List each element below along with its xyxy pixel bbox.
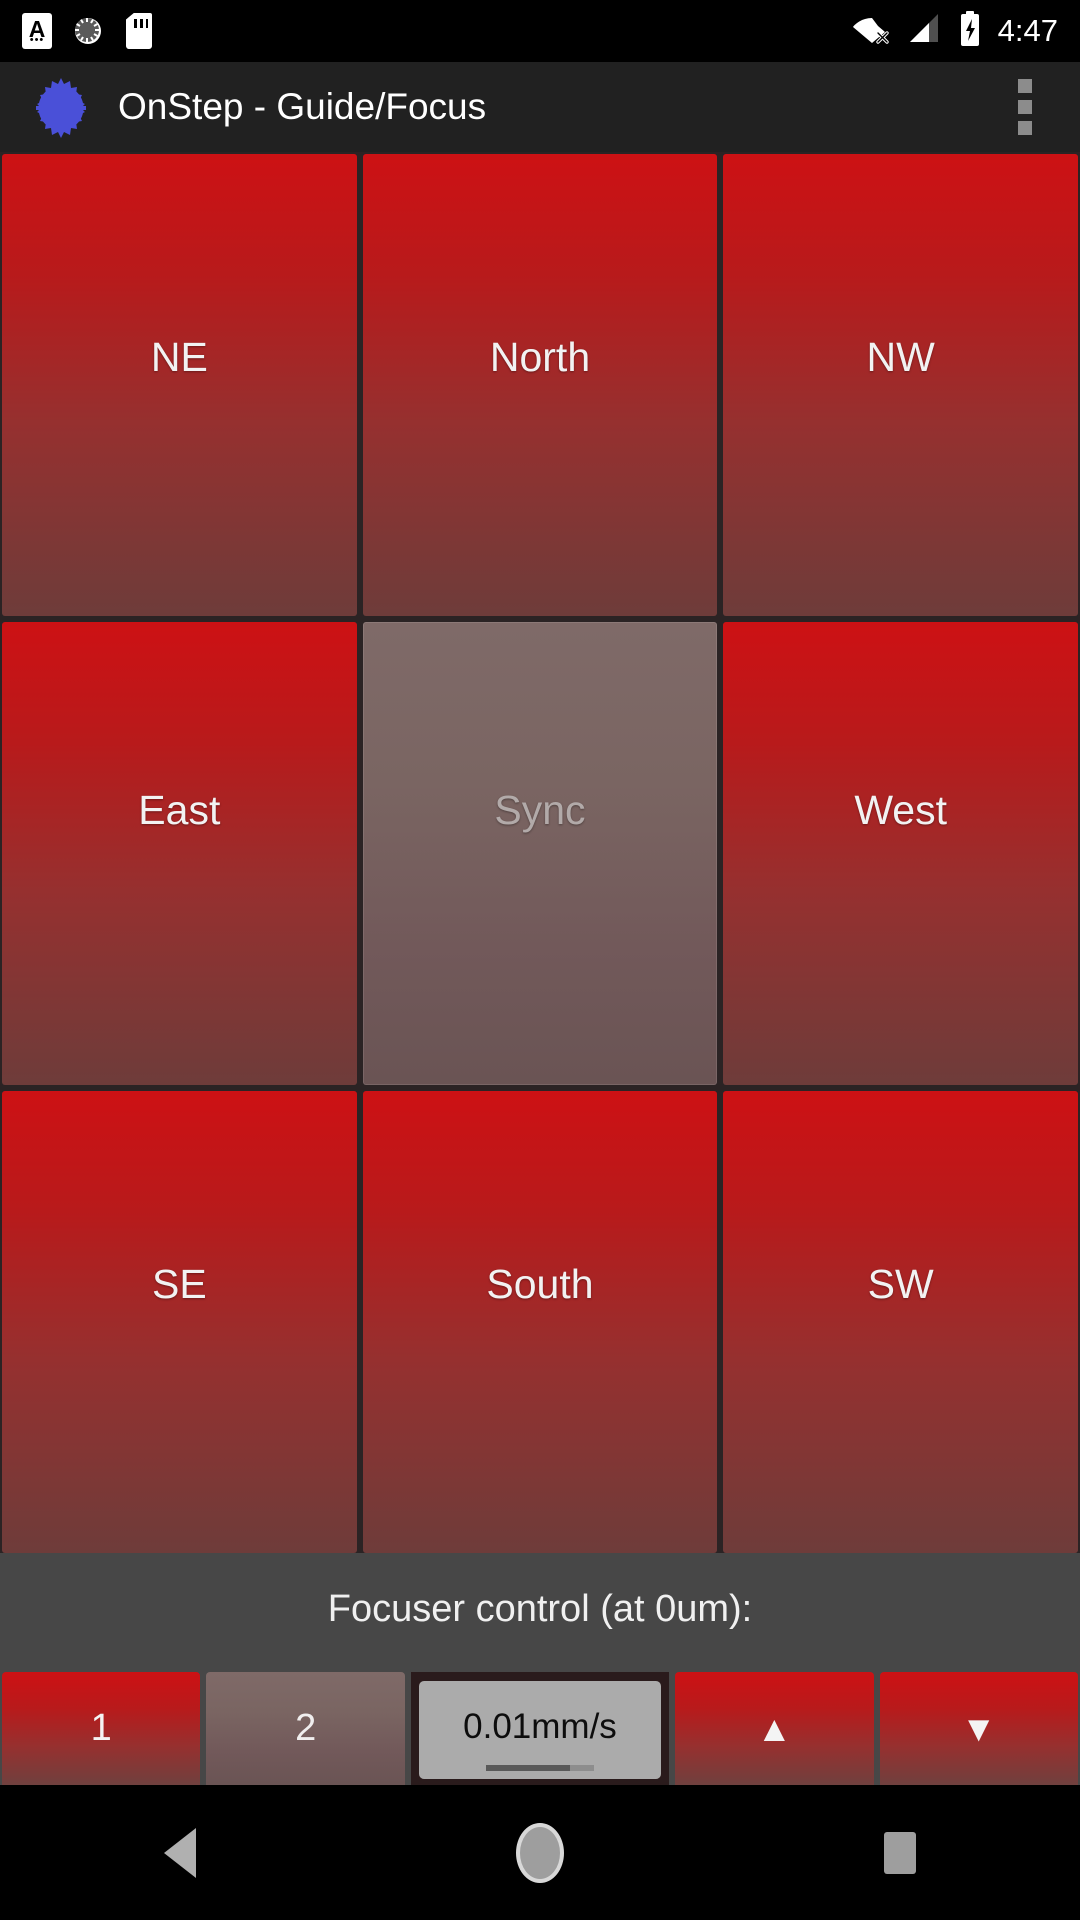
nav-recents-button[interactable]	[840, 1785, 960, 1920]
page-title: OnStep - Guide/Focus	[118, 86, 487, 127]
focuser-select-1-label: 1	[90, 1707, 112, 1749]
direction-button-label: SE	[151, 1260, 207, 1307]
recents-square-icon	[884, 1831, 916, 1874]
battery-charging-icon	[958, 10, 982, 52]
direction-button-sw[interactable]: SW	[723, 1090, 1078, 1553]
direction-button-north[interactable]: North	[362, 154, 718, 617]
direction-button-nw[interactable]: NW	[723, 154, 1078, 617]
direction-button-label: NE	[150, 334, 208, 380]
status-bar-clock: 4:47	[997, 13, 1058, 48]
triangle-up-icon: ▲	[756, 1707, 793, 1749]
direction-button-ne[interactable]: NE	[2, 154, 357, 617]
direction-pad-grid: NE North NW East Sync West SE South SW	[0, 152, 1080, 1553]
direction-button-east[interactable]: East	[2, 622, 357, 1085]
cellular-signal-icon	[908, 12, 942, 51]
kebab-dot-3	[1018, 121, 1032, 135]
home-circle-icon	[516, 1822, 564, 1883]
focuser-select-1-button[interactable]: 1	[2, 1672, 201, 1785]
triangle-down-icon: ▼	[960, 1707, 997, 1749]
direction-button-label: South	[486, 1260, 594, 1307]
direction-button-label: NW	[866, 334, 935, 380]
sync-button[interactable]: Sync	[362, 622, 718, 1085]
phone-screen: A ••• 4:47 OnStep - Guide/Focus NE North…	[0, 0, 1080, 1920]
focuser-speed-value: 0.01mm/s	[463, 1707, 617, 1746]
font-size-a-dots: •••	[29, 34, 45, 46]
status-bar-right-icons: 4:47	[852, 10, 1058, 52]
wifi-disconnected-icon	[852, 12, 892, 51]
kebab-dot-2	[1018, 100, 1032, 114]
onstep-telescope-gear-icon	[30, 76, 92, 138]
app-bar: OnStep - Guide/Focus	[0, 62, 1080, 152]
focuser-speed-spinner-container: 0.01mm/s	[410, 1672, 670, 1785]
direction-button-south[interactable]: South	[362, 1090, 718, 1553]
direction-button-se[interactable]: SE	[2, 1090, 357, 1553]
status-bar: A ••• 4:47	[0, 0, 1080, 62]
sync-button-label: Sync	[494, 787, 586, 834]
status-bar-left-icons: A •••	[22, 13, 152, 49]
direction-button-west[interactable]: West	[723, 622, 1078, 1085]
android-navigation-bar	[0, 1785, 1080, 1920]
focuser-move-out-button[interactable]: ▼	[879, 1672, 1078, 1785]
sync-spinner-icon	[72, 14, 106, 48]
nav-home-button[interactable]	[480, 1785, 600, 1920]
focuser-speed-spinner[interactable]: 0.01mm/s	[418, 1681, 662, 1779]
direction-button-label: East	[138, 787, 221, 834]
font-size-a-icon: A •••	[22, 13, 52, 49]
kebab-dot-1	[1018, 79, 1032, 93]
focuser-control-panel: Focuser control (at 0um): 1 2 0.01mm/s ▲…	[0, 1553, 1080, 1785]
focuser-button-row: 1 2 0.01mm/s ▲ ▼	[0, 1672, 1080, 1785]
direction-button-label: West	[854, 787, 947, 834]
focuser-select-2-label: 2	[295, 1707, 317, 1749]
focuser-select-2-button[interactable]: 2	[206, 1672, 405, 1785]
overflow-menu-button[interactable]	[994, 71, 1056, 143]
back-triangle-icon	[164, 1827, 196, 1878]
direction-button-label: North	[489, 334, 591, 380]
focuser-control-title: Focuser control (at 0um):	[327, 1588, 753, 1630]
sd-card-icon	[126, 13, 152, 49]
direction-button-label: SW	[867, 1260, 934, 1307]
nav-back-button[interactable]	[120, 1785, 240, 1920]
focuser-move-in-button[interactable]: ▲	[675, 1672, 874, 1785]
